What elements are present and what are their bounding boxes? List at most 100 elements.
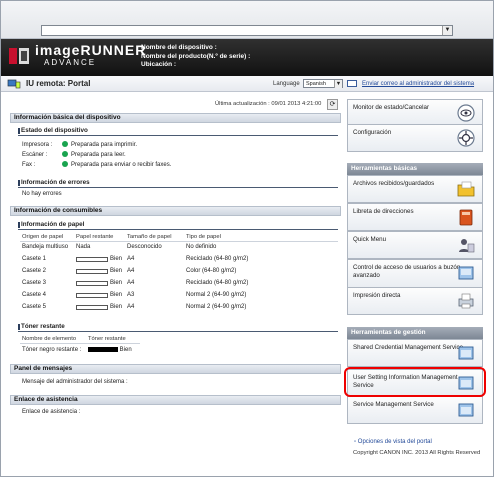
browser-toolbar: ▼ [1,1,493,39]
toner-row: Tóner negro restante : Bien [22,347,132,353]
config-label: Configuración [353,129,392,136]
brand-sub: ADVANCE [44,58,97,67]
direct-print-button[interactable]: Impresión directa [347,287,483,315]
portal-bar: IU remota: Portal Language Spanish ▼ Env… [1,76,493,92]
status-ok-icon [62,151,68,157]
paper-type: Reciclado (64-80 g/m2) [186,280,249,286]
paper-type: Color (64-80 g/m2) [186,268,237,274]
received-files-button[interactable]: Archivos recibidos/guardados [347,175,483,203]
status-ok-icon [62,161,68,167]
scanner-label: Escáner : [22,152,48,158]
toner-header: Tóner restante [18,323,338,332]
paper-source: Casete 3 [22,280,47,286]
address-book-label: Libreta de direcciones [353,208,414,215]
user-icon [459,239,475,253]
paper-remaining: Bien [110,304,123,310]
language-label: Language [273,81,300,87]
app-window-icon [458,346,474,360]
paper-remaining: Bien [110,268,123,274]
address-dropdown[interactable]: ▼ [41,25,453,36]
chevron-down-icon[interactable]: ▼ [442,26,452,35]
refresh-icon[interactable]: ⟳ [327,99,338,110]
config-button[interactable]: Configuración [347,124,483,152]
direct-print-label: Impresión directa [353,292,401,299]
location-label: Ubicación : [141,61,177,68]
toner-table-header: Nombre de elemento Tóner restante [20,336,140,344]
fax-value: Preparada para enviar o recibir faxes. [71,162,172,168]
last-update-text: Última actualización : 09/01 2013 4:21:0… [215,101,322,107]
service-management-label: Service Management Service [353,401,434,408]
printer-icon [458,293,474,309]
address-book-button[interactable]: Libreta de direcciones [347,203,483,231]
toner-level-bar [88,347,118,352]
chevron-down-icon[interactable]: ▼ [334,80,342,88]
paper-header: Información de papel [18,221,338,230]
admin-message-label: Mensaje del administrador del sistema : [22,379,128,385]
device-header: imageRUNNER ADVANCE Nombre del dispositi… [1,39,493,76]
paper-type: Reciclado (64-80 g/m2) [186,256,249,262]
basic-tools-header: Herramientas básicas [347,163,483,175]
product-name-label: Nombre del producto(N.º de serie) : [141,52,251,60]
portal-options-link[interactable]: ▫ Opciones de vista del portal [354,439,432,445]
paper-table-header: Origen de papel Papel restante Tamaño de… [20,234,338,242]
errors-value: No hay errores [22,191,62,197]
computer-icon [7,79,21,89]
paper-level-bar [76,305,108,310]
paper-remaining: Nada [76,244,91,250]
service-management-button[interactable]: Service Management Service [347,396,483,424]
highlight-outline [344,367,486,397]
canon-logo-icon [9,48,29,64]
page-title: IU remota: Portal [26,79,91,88]
quick-menu-button[interactable]: Quick Menu [347,231,483,259]
paper-size: A4 [127,256,135,262]
address-book-icon [459,209,473,226]
paper-size: Desconocido [127,244,162,250]
language-value: Spanish [306,81,326,87]
settings-icon [457,129,475,147]
admin-tools-header: Herramientas de gestión [347,327,483,339]
printer-value: Preparada para imprimir. [71,142,138,148]
browser-window: ▼ imageRUNNER ADVANCE Nombre del disposi… [0,0,494,477]
monitor-status-icon [457,104,475,122]
scanner-value: Preparada para leer. [71,152,126,158]
errors-header: Información de errores [18,179,338,188]
app-window-icon [458,403,474,417]
toner-col-name: Nombre de elemento [22,336,77,342]
quick-menu-label: Quick Menu [353,236,387,243]
copyright: Copyright CANON INC. 2013 All Rights Res… [353,450,481,456]
basic-info-header: Información básica del dispositivo [10,113,341,123]
paper-source: Casete 1 [22,256,47,262]
portal-options-label: Opciones de vista del portal [357,439,432,445]
paper-level-bar [76,257,108,262]
folder-icon [457,181,475,197]
toner-label: Tóner negro restante : [22,347,82,353]
printer-label: Impresora : [22,142,53,148]
paper-remaining: Bien [110,280,123,286]
shared-credential-button[interactable]: Shared Credential Management Service [347,339,483,367]
paper-type: Normal 2 (64-90 g/m2) [186,304,247,310]
paper-col-size: Tamaño de papel [127,234,172,240]
paper-level-bar [76,281,108,286]
paper-type: No definido [186,244,217,250]
device-info: Nombre del dispositivo : Nombre del prod… [141,44,250,70]
paper-col-type: Tipo de papel [186,234,221,240]
paper-remaining: Bien [110,256,123,262]
toner-col-remaining: Tóner restante [88,336,126,342]
printer-status-row: Impresora : Preparada para imprimir. [22,141,137,148]
support-header: Enlace de asistencia [10,395,341,405]
paper-size: A4 [127,304,135,310]
paper-col-source: Origen de papel [22,234,64,240]
paper-col-remaining: Papel restante [76,234,114,240]
mail-icon[interactable] [347,80,357,87]
paper-source: Casete 2 [22,268,47,274]
main-content: Última actualización : 09/01 2013 4:21:0… [10,95,341,445]
brand-name: imageRUNNER [35,42,147,58]
access-control-button[interactable]: Control de acceso de usuarios a buzón av… [347,259,483,289]
consumables-header: Información de consumibles [10,206,341,216]
paper-source: Casete 4 [22,292,47,298]
scanner-status-row: Escáner : Preparada para leer. [22,151,126,158]
mail-admin-link[interactable]: Enviar correo al administrador del siste… [362,81,474,87]
language-select[interactable]: Spanish ▼ [303,79,343,88]
received-files-label: Archivos recibidos/guardados [353,180,435,187]
monitor-button[interactable]: Monitor de estado/Cancelar [347,99,483,127]
